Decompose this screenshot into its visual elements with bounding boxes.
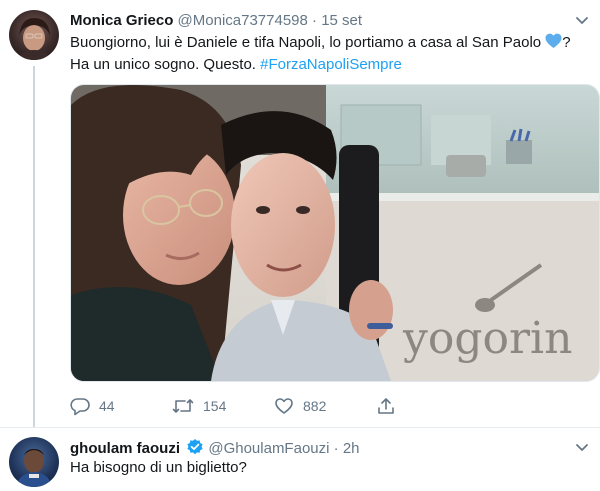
tweet-header: Monica Grieco @Monica73774598 · 15 set	[70, 11, 362, 31]
photo-watermark-text: yogorin	[402, 313, 572, 364]
retweet-action[interactable]: 154	[172, 396, 226, 416]
share-action[interactable]	[376, 396, 396, 416]
tweet-text-question-mark: ?	[562, 34, 571, 51]
reply-icon[interactable]	[70, 396, 90, 416]
tweet-photo[interactable]: yogorin	[70, 84, 600, 382]
avatar-monica-grieco[interactable]	[9, 10, 59, 60]
share-icon[interactable]	[376, 396, 396, 416]
hashtag-link[interactable]: #ForzaNapoliSempre	[260, 56, 402, 73]
tweet-action-bar: 44 154 882	[70, 396, 490, 418]
reply-author-handle[interactable]: @GhoulamFaouzi	[208, 440, 329, 457]
like-icon[interactable]	[274, 396, 294, 416]
tweet-text-line2: Ha un unico sogno. Questo.	[70, 56, 261, 73]
tweet-text: Buongiorno, lui è Daniele e tifa Napoli,…	[70, 33, 590, 75]
chevron-down-icon[interactable]	[574, 14, 590, 28]
retweet-icon[interactable]	[172, 396, 194, 416]
author-name[interactable]: Monica Grieco	[70, 12, 173, 29]
reply-separator-dot: ·	[333, 440, 339, 457]
photo-illustration: yogorin	[71, 85, 599, 381]
author-handle[interactable]: @Monica73774598	[178, 12, 308, 29]
like-count: 882	[303, 398, 327, 414]
tweet-timestamp[interactable]: 15 set	[321, 12, 362, 29]
blue-heart-emoji-icon	[545, 33, 562, 55]
tweet-text-line1: Buongiorno, lui è Daniele e tifa Napoli,…	[70, 34, 546, 51]
reply-count: 44	[99, 398, 115, 414]
retweet-count: 154	[203, 398, 227, 414]
separator-dot: ·	[312, 12, 318, 29]
tweet-divider	[0, 427, 600, 428]
reply-action[interactable]: 44	[70, 396, 115, 416]
thread-connector-line	[33, 66, 35, 428]
reply-timestamp[interactable]: 2h	[343, 440, 360, 457]
avatar-ghoulam-faouzi[interactable]	[9, 437, 59, 487]
reply-author-name[interactable]: ghoulam faouzi	[70, 440, 180, 457]
like-action[interactable]: 882	[274, 396, 326, 416]
reply-chevron-down-icon[interactable]	[574, 441, 590, 455]
reply-text: Ha bisogno di un biglietto?	[70, 459, 247, 476]
